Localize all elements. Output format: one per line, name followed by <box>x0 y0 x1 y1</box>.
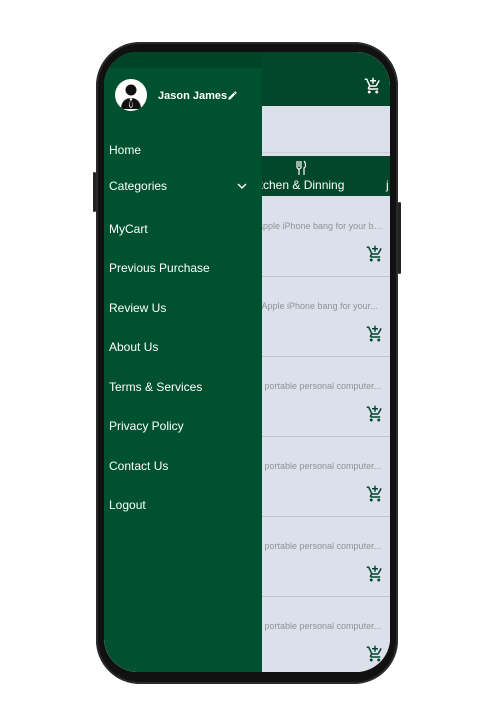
phone-side-button <box>398 202 401 274</box>
menu-item-terms-services[interactable]: Terms & Services <box>109 380 202 394</box>
menu-item-review-us[interactable]: Review Us <box>109 301 166 315</box>
product-description: a portable personal computer... <box>257 541 382 551</box>
drawer-status-bar <box>104 52 262 68</box>
add-cart-icon[interactable] <box>366 645 384 663</box>
navigation-drawer: Jason James Home Categories MyCart Previ… <box>104 52 262 672</box>
menu-item-contact-us[interactable]: Contact Us <box>109 459 168 473</box>
menu-item-privacy-policy[interactable]: Privacy Policy <box>109 419 184 433</box>
product-description: a portable personal computer... <box>257 381 382 391</box>
avatar[interactable] <box>115 79 147 111</box>
cart-icon[interactable] <box>364 77 382 95</box>
product-description: a portable personal computer... <box>257 621 382 631</box>
product-description: t Apple iPhone bang for your... <box>257 301 378 311</box>
menu-item-about-us[interactable]: About Us <box>109 340 158 354</box>
user-name: Jason James <box>158 90 228 102</box>
phone-screen: d itchen & Dinning j Apple iPhone bang f… <box>104 52 390 672</box>
add-cart-icon[interactable] <box>366 565 384 583</box>
kitchen-category-icon[interactable] <box>294 160 308 176</box>
chevron-down-icon[interactable] <box>237 182 247 190</box>
product-description: Apple iPhone bang for your bu... <box>257 221 385 231</box>
menu-item-previous-purchase[interactable]: Previous Purchase <box>109 261 210 275</box>
category-label-next[interactable]: j <box>386 178 389 192</box>
menu-item-mycart[interactable]: MyCart <box>109 222 148 236</box>
category-label[interactable]: itchen & Dinning <box>257 178 344 192</box>
edit-pencil-icon[interactable] <box>227 90 238 101</box>
phone-left-button <box>93 172 96 212</box>
add-cart-icon[interactable] <box>366 485 384 503</box>
menu-item-categories[interactable]: Categories <box>109 179 167 193</box>
user-avatar-icon <box>121 84 141 109</box>
add-cart-icon[interactable] <box>366 325 384 343</box>
product-description: a portable personal computer... <box>257 461 382 471</box>
add-cart-icon[interactable] <box>366 245 384 263</box>
add-cart-icon[interactable] <box>366 405 384 423</box>
menu-item-home[interactable]: Home <box>109 143 141 157</box>
menu-item-logout[interactable]: Logout <box>109 498 146 512</box>
